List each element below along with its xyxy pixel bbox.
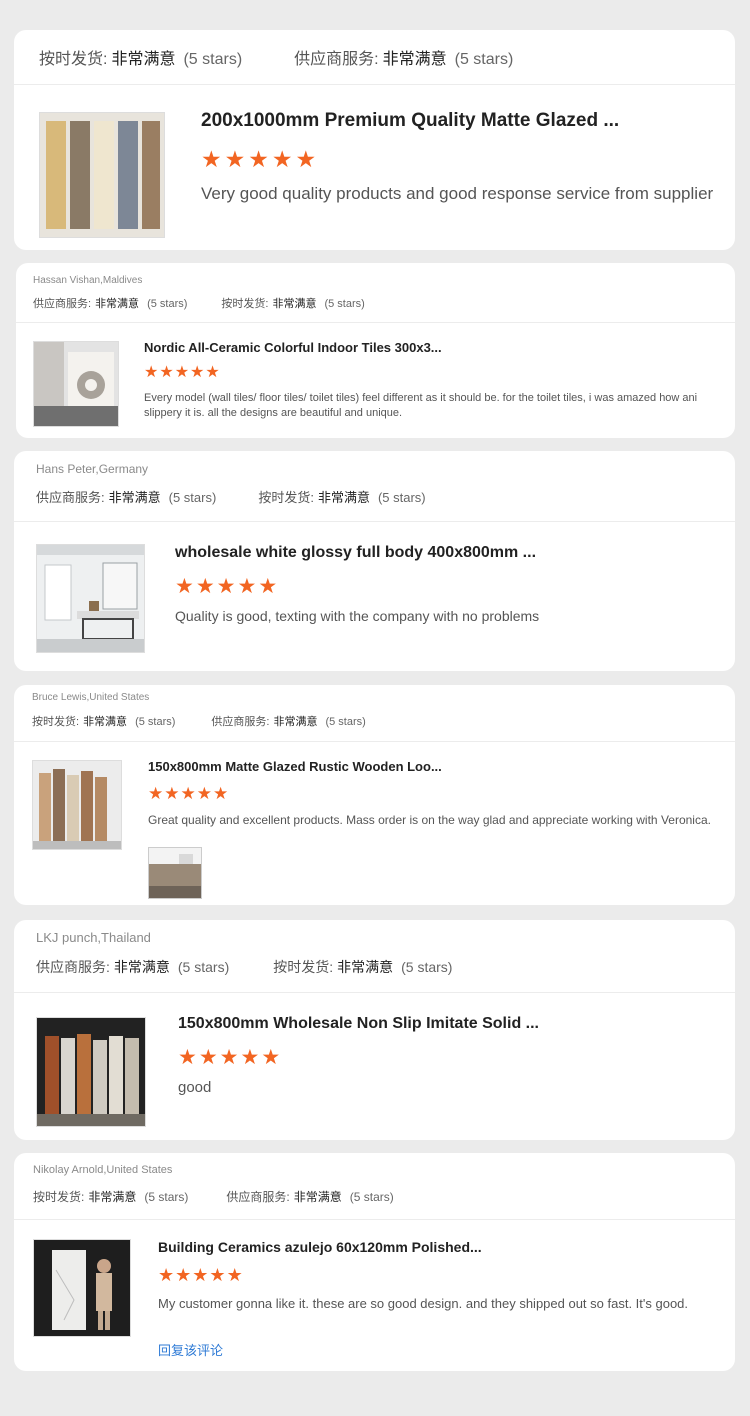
review-comment: Great quality and excellent products. Ma… bbox=[148, 813, 711, 827]
star-icon: ★ bbox=[158, 1265, 175, 1285]
delivery-rating: 按时发货: 非常满意 (5 stars) bbox=[273, 959, 453, 975]
product-title[interactable]: 150x800mm Wholesale Non Slip Imitate Sol… bbox=[178, 1015, 539, 1033]
star-icon: ★ bbox=[224, 146, 246, 172]
star-icon: ★ bbox=[190, 364, 205, 381]
star-icon: ★ bbox=[295, 146, 317, 172]
service-rating: 供应商服务: 非常满意 (5 stars) bbox=[211, 716, 366, 728]
star-icon: ★ bbox=[248, 146, 269, 172]
service-rating: 供应商服务: 非常满意 (5 stars) bbox=[36, 490, 217, 505]
review-photo[interactable] bbox=[148, 847, 202, 899]
review-comment: good bbox=[178, 1079, 212, 1096]
star-rating: ★ ★ ★ ★ ★ bbox=[178, 1047, 280, 1068]
star-icon: ★ bbox=[175, 1265, 192, 1285]
product-image[interactable] bbox=[33, 1239, 131, 1337]
star-icon: ★ bbox=[192, 1265, 209, 1285]
product-image[interactable] bbox=[32, 760, 122, 850]
star-icon: ★ bbox=[237, 575, 257, 598]
star-icon: ★ bbox=[195, 575, 215, 598]
product-image[interactable] bbox=[39, 112, 165, 238]
review-card: Nikolay Arnold,United States 按时发货: 非常满意 … bbox=[14, 1153, 735, 1371]
service-rating: 供应商服务: 非常满意 (5 stars) bbox=[33, 298, 188, 310]
review-comment: Quality is good, texting with the compan… bbox=[175, 608, 540, 624]
star-icon: ★ bbox=[178, 1046, 197, 1069]
star-icon: ★ bbox=[175, 575, 194, 598]
star-icon: ★ bbox=[213, 784, 229, 803]
delivery-rating: 按时发货: 非常满意 (5 stars) bbox=[33, 1190, 189, 1204]
star-icon: ★ bbox=[201, 146, 222, 172]
star-icon: ★ bbox=[219, 1046, 239, 1069]
star-rating: ★ ★ ★ ★ ★ bbox=[144, 365, 220, 381]
service-rating: 供应商服务: 非常满意 (5 stars) bbox=[226, 1190, 394, 1204]
reviewer-name: Hans Peter,Germany bbox=[36, 462, 149, 476]
star-rating: ★ ★ ★ ★ ★ bbox=[201, 148, 316, 171]
review-comment: Every model (wall tiles/ floor tiles/ to… bbox=[144, 392, 698, 419]
delivery-rating: 按时发货: 非常满意 (5 stars) bbox=[258, 490, 426, 505]
review-comment: My customer gonna like it. these are so … bbox=[158, 1296, 689, 1311]
star-icon: ★ bbox=[198, 1046, 218, 1069]
product-image[interactable] bbox=[36, 544, 145, 653]
star-icon: ★ bbox=[159, 364, 174, 381]
star-rating: ★ ★ ★ ★ ★ bbox=[158, 1266, 243, 1284]
star-icon: ★ bbox=[180, 784, 196, 803]
star-icon: ★ bbox=[271, 146, 293, 172]
star-icon: ★ bbox=[258, 575, 278, 598]
review-card: Hassan Vishan,Maldives 供应商服务: 非常满意 (5 st… bbox=[16, 263, 735, 438]
delivery-rating: 按时发货: 非常满意 (5 stars) bbox=[39, 51, 243, 68]
reviewer-name: Nikolay Arnold,United States bbox=[33, 1164, 173, 1176]
star-icon: ★ bbox=[240, 1046, 260, 1069]
delivery-rating: 按时发货: 非常满意 (5 stars) bbox=[221, 298, 365, 310]
service-rating: 供应商服务: 非常满意 (5 stars) bbox=[36, 959, 230, 975]
review-card: Bruce Lewis,United States 按时发货: 非常满意 (5 … bbox=[14, 685, 735, 905]
review-card: LKJ punch,Thailand 供应商服务: 非常满意 (5 stars)… bbox=[14, 920, 735, 1140]
reviewer-name: LKJ punch,Thailand bbox=[36, 930, 151, 945]
star-icon: ★ bbox=[226, 1265, 243, 1285]
star-icon: ★ bbox=[164, 784, 180, 803]
star-icon: ★ bbox=[216, 575, 236, 598]
product-title[interactable]: wholesale white glossy full body 400x800… bbox=[175, 544, 536, 562]
delivery-rating: 按时发货: 非常满意 (5 stars) bbox=[32, 716, 176, 728]
star-icon: ★ bbox=[261, 1046, 281, 1069]
star-icon: ★ bbox=[196, 784, 212, 803]
reviewer-name: Hassan Vishan,Maldives bbox=[33, 275, 143, 286]
product-image[interactable] bbox=[36, 1017, 146, 1127]
review-comment: Very good quality products and good resp… bbox=[201, 184, 714, 203]
review-card: 按时发货: 非常满意 (5 stars) 供应商服务: 非常满意 (5 star… bbox=[14, 30, 735, 250]
product-title[interactable]: 200x1000mm Premium Quality Matte Glazed … bbox=[201, 110, 619, 132]
star-icon: ★ bbox=[205, 364, 220, 381]
reviewer-name: Bruce Lewis,United States bbox=[32, 692, 150, 703]
review-card: Hans Peter,Germany 供应商服务: 非常满意 (5 stars)… bbox=[14, 451, 735, 671]
star-rating: ★ ★ ★ ★ ★ bbox=[148, 785, 228, 802]
star-icon: ★ bbox=[148, 784, 164, 803]
star-icon: ★ bbox=[144, 364, 159, 381]
product-title[interactable]: Nordic All-Ceramic Colorful Indoor Tiles… bbox=[144, 340, 442, 355]
star-icon: ★ bbox=[174, 364, 190, 381]
reply-link[interactable]: 回复该评论 bbox=[158, 1340, 223, 1359]
product-image[interactable] bbox=[33, 341, 119, 427]
service-rating: 供应商服务: 非常满意 (5 stars) bbox=[294, 51, 514, 68]
star-rating: ★ ★ ★ ★ ★ bbox=[175, 576, 277, 597]
product-title[interactable]: 150x800mm Matte Glazed Rustic Wooden Loo… bbox=[148, 759, 442, 774]
product-title[interactable]: Building Ceramics azulejo 60x120mm Polis… bbox=[158, 1239, 482, 1255]
star-icon: ★ bbox=[209, 1265, 226, 1285]
